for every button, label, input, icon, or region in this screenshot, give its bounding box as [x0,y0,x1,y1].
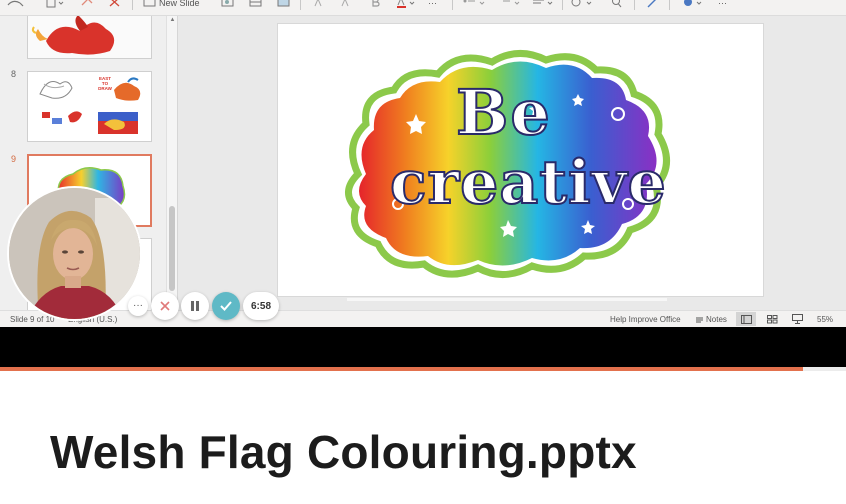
help-improve-link[interactable]: Help Improve Office [610,315,681,324]
format-painter-button[interactable] [80,0,94,10]
cancel-recording-button[interactable] [151,292,179,320]
bold-icon [372,0,380,7]
headline-creative: creative [389,147,667,219]
presentation-icon [791,314,803,324]
checkmark-icon [220,301,232,311]
presenter-video [9,188,140,319]
divider [669,0,670,10]
fill-button[interactable] [682,0,708,10]
section-button[interactable] [249,0,263,10]
delete-button[interactable] [108,0,122,10]
undo-button[interactable] [5,0,25,10]
bullets-icon [463,0,485,5]
font-color-icon [397,0,415,8]
new-slide-icon [143,0,156,7]
more-font-options-button[interactable]: ··· [428,0,437,10]
slide-thumbnail-7[interactable] [27,16,152,59]
webcam-bubble[interactable] [7,186,142,321]
shape-fill-icon [684,0,702,6]
video-progress-fill [0,367,803,371]
more-options-button[interactable]: ··· [718,0,727,10]
undo-icon [7,0,24,7]
close-icon [160,301,170,311]
layout-icon [221,0,234,7]
slide-notes-strip [347,298,667,301]
screen: New Slide ··· ··· 8 EAST TO DRAW 9 ▲ Be … [0,0,846,504]
slide-indicator: Slide 9 of 10 [10,315,55,324]
new-slide-button[interactable]: New Slide [143,0,200,10]
more-label: ··· [133,300,143,311]
bullets-button[interactable] [462,0,488,10]
reading-view-button[interactable] [787,312,807,326]
increase-font-button[interactable] [313,0,325,10]
font-size-increase-icon [314,0,322,7]
normal-view-icon [740,314,752,324]
slide-8-preview [28,72,151,141]
more-label: ··· [718,0,727,8]
bold-button[interactable] [370,0,382,10]
format-painter-icon [81,0,93,6]
normal-view-button[interactable] [736,312,756,326]
search-icon [612,0,622,8]
find-button[interactable] [610,0,624,10]
finish-recording-button[interactable] [212,292,240,320]
status-bar: Slide 9 of 10 English (U.S.) Help Improv… [0,310,846,327]
pause-icon [191,301,199,311]
close-icon [109,0,120,7]
recorder-more-button[interactable]: ··· [128,296,148,316]
shapes-button[interactable] [570,0,596,10]
font-size-decrease-icon [341,0,349,7]
zoom-level[interactable]: 55% [817,315,833,324]
slide-sorter-button[interactable] [762,312,782,326]
divider [132,0,133,10]
paste-button[interactable] [44,0,66,10]
new-slide-label: New Slide [159,0,200,8]
thumbnail-text-block: EAST TO DRAW [94,76,116,91]
designer-button[interactable] [646,0,660,10]
notes-label: Notes [706,315,727,324]
notes-icon [696,317,703,322]
slide-sorter-icon [766,314,777,323]
video-progress-bar[interactable] [0,367,846,371]
font-color-button[interactable] [396,0,418,10]
insert-picture-button[interactable] [277,0,291,10]
pause-recording-button[interactable] [181,292,209,320]
video-letterbox-bar [0,327,846,367]
document-title: Welsh Flag Colouring.pptx [50,426,637,478]
align-button[interactable] [531,0,557,10]
divider [300,0,301,10]
wand-icon [647,0,656,8]
slide-number-8: 8 [11,69,17,79]
more-label: ··· [428,0,437,8]
notes-button[interactable]: Notes [695,315,727,324]
slide-number-9: 9 [11,154,17,164]
numbering-icon [503,0,520,5]
layout-button[interactable] [221,0,235,10]
scrollbar-thumb[interactable] [169,206,175,291]
shapes-icon [571,0,592,7]
ribbon-toolbar: New Slide ··· ··· [0,0,846,16]
recording-timer: 6:58 [243,292,279,320]
divider [634,0,635,10]
decrease-font-button[interactable] [340,0,352,10]
clipboard-icon [46,0,64,8]
divider [452,0,453,10]
numbering-button[interactable] [497,0,523,10]
align-left-icon [533,0,553,5]
headline-be: Be [455,75,552,150]
slide-canvas[interactable]: Be creative [277,23,764,297]
timer-value: 6:58 [250,300,271,312]
thumbnail-scrollbar[interactable]: ▲ [166,16,177,310]
slide-headline: Be creative [278,24,763,296]
section-icon [249,0,262,7]
dragon-image [28,16,151,58]
thumbnail-text: DRAW [98,86,112,91]
slide-thumbnail-8[interactable]: EAST TO DRAW [27,71,152,142]
scroll-up-arrow-icon[interactable]: ▲ [168,16,177,25]
picture-icon [277,0,290,7]
divider [562,0,563,10]
